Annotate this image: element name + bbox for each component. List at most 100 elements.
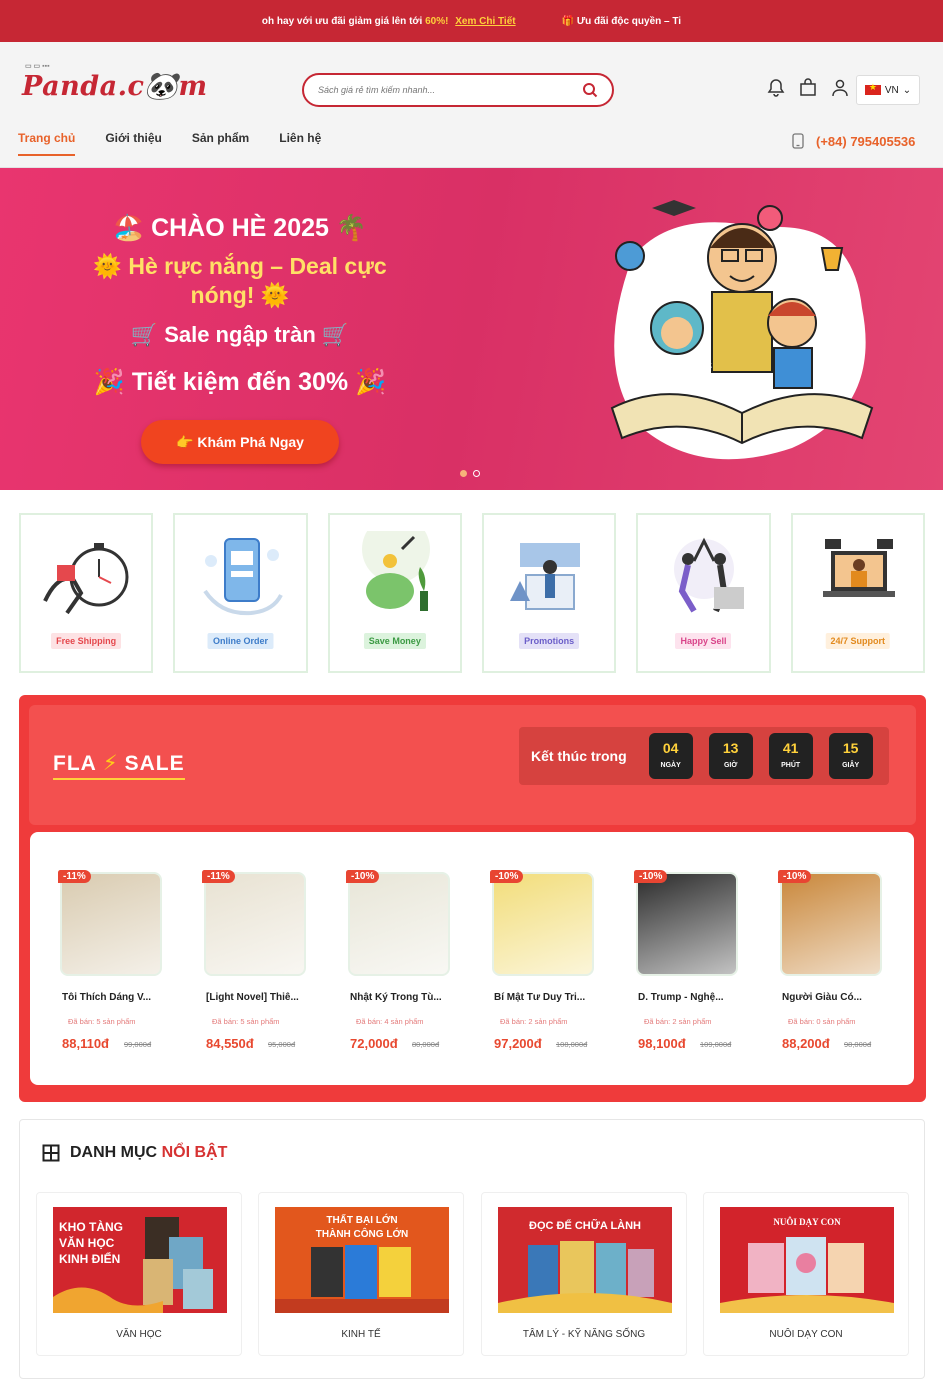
sale-price: 72,000đ [350,1036,398,1051]
category-card-economics[interactable]: THẤT BẠI LỚN THÀNH CÔNG LỚN KINH TẾ [258,1192,464,1356]
svg-text:THẤT BẠI LỚN: THẤT BẠI LỚN [326,1213,397,1226]
discount-badge: -10% [346,870,380,883]
promotions-icon [509,543,580,610]
promo-details-link[interactable]: Xem Chi Tiết [455,16,515,27]
product-name[interactable]: Người Giàu Có... [782,992,892,1003]
original-price: 95,000đ [268,1040,296,1049]
promo-text: oh hay với ưu đãi giảm giá lên tới [261,15,423,27]
category-card-psychology[interactable]: ĐỌC ĐỂ CHỮA LÀNH TÂM LÝ - KỸ NĂNG SỐNG [481,1192,687,1356]
feature-label: 24/7 Support [825,633,891,649]
vietnam-flag-icon [864,82,881,95]
sale-price: 97,200đ [494,1036,542,1051]
main-nav: Trang chủ Giới thiệu Sản phẩm Liên hệ [18,131,321,156]
product-name[interactable]: [Light Novel] Thiê... [206,992,316,1003]
flash-sale-header: FLA ⚡ SALE Kết thúc trong 04 NGÀY 13 GIỜ 41 P… [29,705,916,825]
discount-badge: -10% [634,870,668,883]
svg-text:NUÔI DẠY CON: NUÔI DẠY CON [773,1217,841,1227]
svg-text:ĐỌC ĐỂ CHỮA LÀNH: ĐỌC ĐỂ CHỮA LÀNH [529,1219,641,1232]
search-input[interactable] [318,85,582,95]
hotline[interactable]: (+84) 795405536 [792,133,915,149]
hero-title: 🏖️ CHÀO HÈ 2025 🌴 [113,214,367,242]
feature-card-promotions[interactable]: Promotions [481,513,617,673]
feature-label: Save Money [363,633,426,649]
high-five-icon [674,537,745,613]
book-cover-image[interactable] [348,872,450,976]
logo-text: Panda.c🐼m [22,71,208,102]
feature-label: Promotions [519,633,580,649]
feature-label: Happy Sell [675,633,732,649]
nav-item-contact[interactable]: Liên hệ [279,131,321,156]
product-name[interactable]: Nhật Ký Trong Tù... [350,992,460,1003]
sold-count: Đã bán: 4 sản phẩm [356,1017,424,1026]
nav-item-about[interactable]: Giới thiệu [105,131,162,156]
category-banner-image: NUÔI DẠY CON [720,1207,894,1313]
countdown-value: 04 [662,740,679,756]
countdown-timer: Kết thúc trong 04 NGÀY 13 GIỜ 41 PHÚT 15 GIÂ… [519,727,889,785]
hero-saving-text: 🎉 Tiết kiệm đến 30% 🎉 [93,368,387,396]
countdown-minutes: 41 PHÚT [768,733,813,779]
sold-count: Đã bán: 2 sản phẩm [644,1017,712,1026]
site-header: ▭ ▭ ▪▪▪ Panda.c🐼m VN ⌄ Trang chủ Giới th… [0,42,943,168]
category-label: KINH TẾ [341,1329,381,1340]
flash-products-panel: -11% Tôi Thích Dáng V... Đã bán: 5 sản p… [30,832,914,1085]
carousel-dot-active[interactable] [460,470,467,477]
book-cover-image[interactable] [204,872,306,976]
feature-card-online-order[interactable]: Online Order [173,513,308,673]
categories-title: DANH MỤC NỔI BẬT [42,1144,227,1162]
sold-count: Đã bán: 5 sản phẩm [68,1017,136,1026]
countdown-days: 04 NGÀY [648,733,693,779]
site-logo[interactable]: ▭ ▭ ▪▪▪ Panda.c🐼m [22,63,208,102]
flash-title-part1: FLA [53,752,97,775]
original-price: 99,000đ [124,1040,152,1049]
product-name[interactable]: Bí Mật Tư Duy Tri... [494,992,604,1003]
book-cover-image[interactable] [60,872,162,976]
flash-title-part2: SALE [124,752,185,775]
stopwatch-delivery-icon [43,543,129,615]
cart-icon[interactable] [798,78,818,98]
grid-icon [42,1144,60,1162]
countdown-hours: 13 GIỜ [708,733,753,779]
product-name[interactable]: Tôi Thích Dáng V... [62,992,172,1003]
sale-price: 88,110đ [62,1036,109,1051]
feature-card-save-money[interactable]: Save Money [327,513,462,673]
category-banner-image: THẤT BẠI LỚN THÀNH CÔNG LỚN [275,1207,449,1313]
feature-card-happy-sell[interactable]: Happy Sell [636,513,771,673]
original-price: 98,000đ [844,1040,872,1049]
original-price: 80,000đ [412,1040,440,1049]
product-name[interactable]: D. Trump - Nghệ... [638,992,748,1003]
flash-sale-section: FLA ⚡ SALE Kết thúc trong 04 NGÀY 13 GIỜ 41 P… [19,695,926,1102]
bell-icon[interactable] [766,78,786,98]
category-label: TÂM LÝ - KỸ NĂNG SỐNG [522,1329,646,1340]
discount-badge: -10% [490,870,524,883]
discount-badge: -10% [778,870,812,883]
book-cover-image[interactable] [636,872,738,976]
user-icon[interactable] [830,78,850,98]
categories-title-part1: DANH MỤC [70,1144,158,1161]
carousel-dot[interactable] [473,470,480,477]
countdown-value: 41 [782,740,799,756]
feature-card-free-shipping[interactable]: Free Shipping [19,513,154,673]
hero-sale-text: 🛒 Sale ngập tràn 🛒 [130,322,350,347]
lightning-icon: ⚡ [102,752,119,775]
book-cover-image[interactable] [492,872,594,976]
nav-item-home[interactable]: Trang chủ [18,131,76,156]
support-laptop-icon [822,539,895,597]
category-card-parenting[interactable]: NUÔI DẠY CON NUÔI DẠY CON [703,1192,909,1356]
category-banner-image: KHO TÀNG VĂN HỌC KINH ĐIỂN [53,1207,227,1313]
feature-card-support[interactable]: 24/7 Support [790,513,925,673]
logo-sub-mark: ▭ ▭ ▪▪▪ [25,63,50,70]
header-icons [766,78,850,98]
featured-categories-section: DANH MỤC NỔI BẬT KHO TÀNG VĂN HỌC KINH Đ… [19,1119,925,1379]
search-icon[interactable] [582,82,598,98]
language-selector[interactable]: VN ⌄ [856,75,920,105]
discount-badge: -11% [202,870,235,883]
explore-now-button[interactable]: 👉 Khám Phá Ngay [141,420,339,464]
nav-item-products[interactable]: Sản phẩm [192,131,249,156]
sold-count: Đã bán: 2 sản phẩm [500,1017,568,1026]
countdown-value: 15 [842,740,859,756]
promo-topbar: oh hay với ưu đãi giảm giá lên tới 60%! … [0,0,943,42]
original-price: 108,000đ [556,1040,588,1049]
category-card-literature[interactable]: KHO TÀNG VĂN HỌC KINH ĐIỂN VĂN HỌC [36,1192,242,1356]
book-cover-image[interactable] [780,872,882,976]
category-label: VĂN HỌC [116,1329,162,1340]
